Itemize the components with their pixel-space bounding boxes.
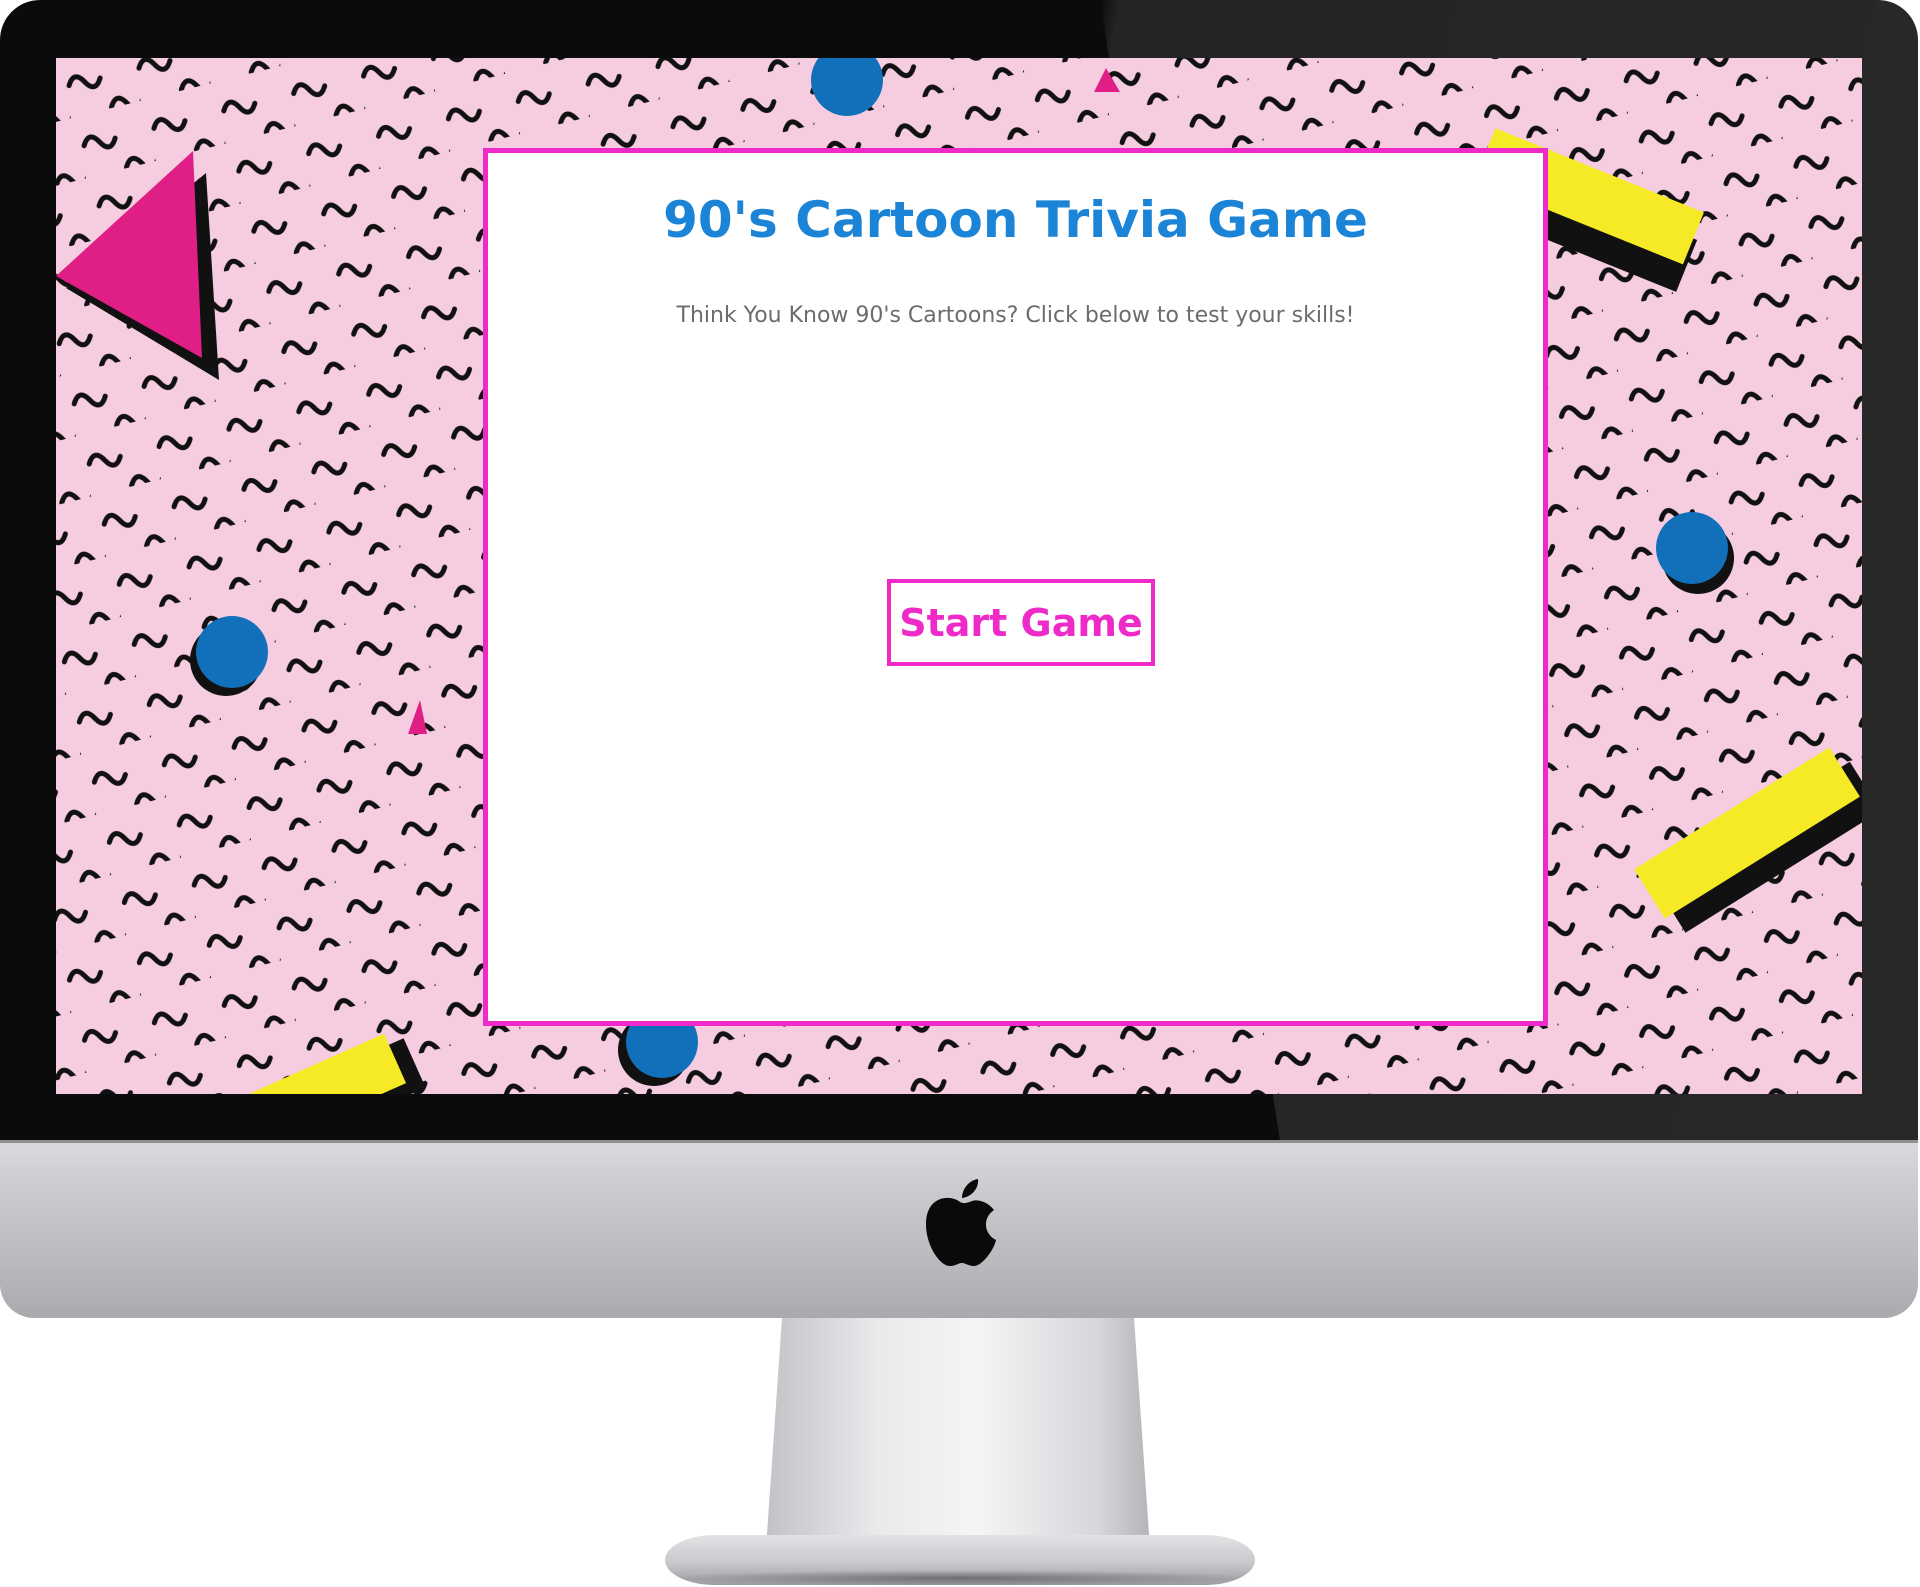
page-title: 90's Cartoon Trivia Game — [663, 191, 1368, 249]
stage: 90's Cartoon Trivia Game Think You Know … — [0, 0, 1920, 1587]
game-panel: 90's Cartoon Trivia Game Think You Know … — [483, 148, 1548, 1026]
start-game-button[interactable]: Start Game — [887, 579, 1155, 666]
chin-divider — [0, 1140, 1918, 1143]
apple-logo-icon — [926, 1179, 996, 1266]
monitor-stand-neck — [766, 1318, 1150, 1548]
page-subtitle: Think You Know 90's Cartoons? Click belo… — [676, 303, 1355, 328]
screen: 90's Cartoon Trivia Game Think You Know … — [56, 58, 1862, 1094]
stand-shadow — [660, 1570, 1260, 1586]
monitor-bezel: 90's Cartoon Trivia Game Think You Know … — [0, 0, 1918, 1140]
